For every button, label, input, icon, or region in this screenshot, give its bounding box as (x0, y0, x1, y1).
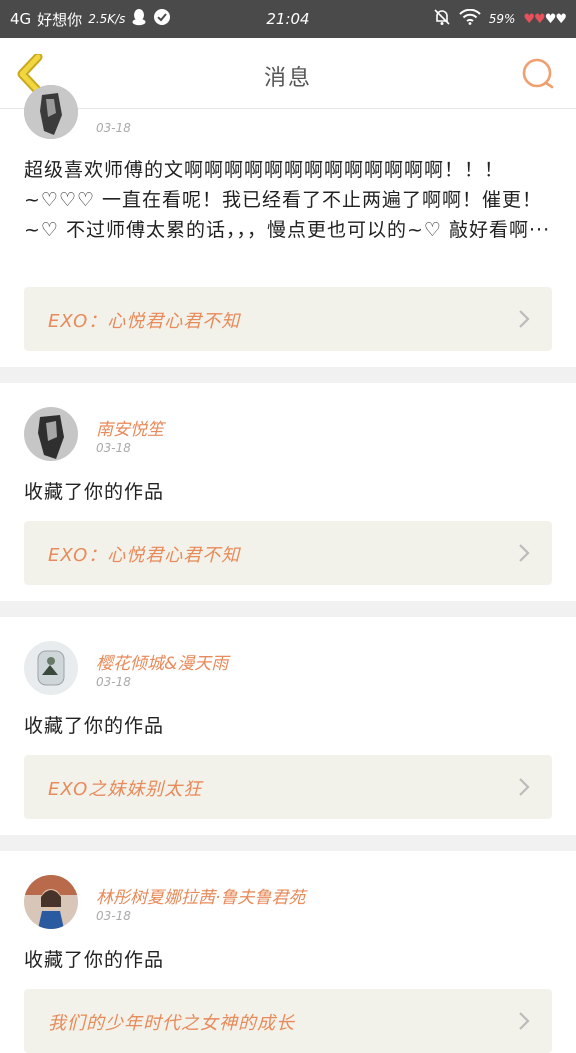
message-date: 03-18 (96, 121, 131, 135)
chevron-right-icon (519, 544, 530, 562)
mute-bell-icon (433, 8, 451, 30)
battery-hearts-icon: ♥♥♥♥ (523, 11, 567, 27)
chevron-right-icon (519, 310, 530, 328)
network-speed: 2.5K/s (88, 12, 126, 26)
message-text: 收藏了你的作品 (24, 715, 165, 737)
qq-icon (131, 8, 147, 30)
list-item[interactable]: 林彤树夏娜拉茜·鲁夫鲁君苑 03-18 收藏了你的作品 我们的少年时代之女神的成… (0, 851, 576, 1053)
chevron-right-icon (519, 778, 530, 796)
work-title: EXO之妹妹别太狂 (48, 779, 203, 800)
list-item[interactable]: 樱花倾城&漫天雨 03-18 收藏了你的作品 EXO之妹妹别太狂 (0, 617, 576, 835)
check-circle-icon (153, 8, 171, 30)
network-type: 4G (10, 10, 32, 28)
search-button[interactable] (520, 56, 556, 92)
work-link-card[interactable]: EXO：心悦君心君不知 (24, 521, 552, 585)
battery-level: 59% (488, 12, 516, 26)
avatar[interactable] (24, 875, 78, 929)
work-link-card[interactable]: EXO：心悦君心君不知 (24, 287, 552, 351)
avatar[interactable] (24, 641, 78, 695)
search-icon (522, 58, 554, 89)
divider (0, 601, 576, 617)
username[interactable]: 林彤树夏娜拉茜·鲁夫鲁君苑 (96, 883, 305, 908)
work-title: EXO：心悦君心君不知 (48, 311, 241, 332)
list-item[interactable]: 03-18 超级喜欢师傅的文啊啊啊啊啊啊啊啊啊啊啊啊啊！！！~♡♡♡ 一直在看呢… (0, 85, 576, 367)
divider (0, 835, 576, 851)
wifi-icon (458, 8, 481, 29)
chevron-right-icon (519, 1012, 530, 1030)
work-link-card[interactable]: 我们的少年时代之女神的成长 (24, 989, 552, 1053)
status-bar: 4G 好想你 2.5K/s 21:04 59% ♥♥♥♥ (0, 0, 576, 38)
username[interactable]: 南安悦笙 (96, 415, 164, 440)
app-header: 消息 (0, 38, 576, 109)
divider (0, 367, 576, 383)
list-item[interactable]: 南安悦笙 03-18 收藏了你的作品 EXO：心悦君心君不知 (0, 383, 576, 601)
carrier-name: 好想你 (37, 10, 83, 29)
message-date: 03-18 (96, 909, 131, 923)
page-title: 消息 (263, 66, 312, 91)
work-title: EXO：心悦君心君不知 (48, 545, 241, 566)
avatar[interactable] (24, 85, 78, 139)
work-title: 我们的少年时代之女神的成长 (48, 1013, 295, 1034)
message-text: 收藏了你的作品 (24, 949, 165, 971)
message-date: 03-18 (96, 675, 131, 689)
work-link-card[interactable]: EXO之妹妹别太狂 (24, 755, 552, 819)
avatar[interactable] (24, 407, 78, 461)
username[interactable]: 樱花倾城&漫天雨 (96, 649, 228, 674)
message-date: 03-18 (96, 441, 131, 455)
message-text: 收藏了你的作品 (24, 481, 165, 503)
message-text: 超级喜欢师傅的文啊啊啊啊啊啊啊啊啊啊啊啊啊！！！~♡♡♡ 一直在看呢！我已经看了… (24, 159, 551, 241)
